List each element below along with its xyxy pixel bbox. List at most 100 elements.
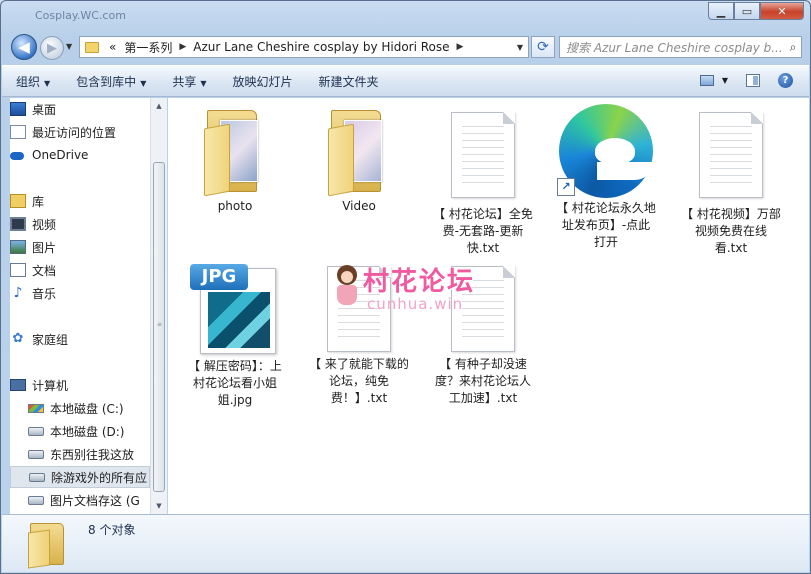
file-list: photo Video 【 村花论坛】全免费-无套路-更新快.txt ↗ 【 村… (168, 98, 809, 514)
include-in-library-menu[interactable]: 包含到库中 ▼ (76, 73, 146, 90)
change-view-button[interactable]: ▼ (699, 75, 728, 86)
folder-icon (328, 106, 390, 197)
drive-icon (28, 426, 44, 436)
search-placeholder: 搜索 Azur Lane Cheshire cosplay b... (566, 40, 783, 55)
chevron-down-icon: ▼ (200, 78, 207, 88)
back-button[interactable]: ◀ (11, 34, 37, 60)
drive-c-icon (28, 403, 44, 413)
pictures-icon (10, 240, 26, 254)
scroll-down-icon[interactable]: ▼ (151, 498, 167, 514)
drive-icon (28, 495, 44, 505)
videos-icon (10, 217, 26, 231)
desktop-icon (10, 102, 26, 116)
folder-icon (204, 106, 266, 197)
chevron-down-icon: ▼ (140, 78, 147, 88)
watermark-logo: 村花论坛 cunhua.win (333, 261, 493, 321)
folder-icon (85, 41, 99, 53)
breadcrumb-overflow[interactable]: « (105, 40, 120, 54)
close-button[interactable]: ✕ (760, 2, 804, 20)
recent-pages-dropdown[interactable]: ▼ (66, 42, 72, 51)
item-count: 8 个对象 (88, 523, 136, 537)
homegroup-icon: ✿ (12, 331, 24, 346)
jpg-file-icon: JPG (190, 264, 280, 354)
breadcrumb-current[interactable]: Azur Lane Cheshire cosplay by Hidori Ros… (189, 40, 453, 54)
address-dropdown-icon[interactable]: ▼ (512, 43, 528, 52)
refresh-button[interactable]: ⟳ (531, 36, 555, 58)
chevron-down-icon[interactable]: ▼ (722, 76, 728, 85)
file-name: 【 村花论坛永久地址发布页】-点此打开 (556, 201, 656, 249)
file-item-txt[interactable]: 【 村花论坛】全免费-无套路-更新快.txt (433, 112, 533, 257)
minimize-button[interactable]: ▁ (708, 2, 734, 20)
breadcrumb-series[interactable]: 第一系列 (120, 39, 176, 56)
nav-item-desktop[interactable]: 桌面 (10, 98, 150, 120)
command-bar: 组织 ▼ 包含到库中 ▼ 共享 ▼ 放映幻灯片 新建文件夹 ▼ ? (2, 65, 809, 97)
view-icon (699, 75, 714, 86)
nav-item-videos[interactable]: 视频 (10, 213, 150, 235)
music-icon: ♪ (13, 285, 23, 301)
file-name: 【 有种子却没速度？来村花论坛人工加速】.txt (434, 357, 531, 405)
folder-icon (28, 521, 68, 569)
computer-icon (10, 379, 26, 391)
navigation-pane: 桌面 最近访问的位置 OneDrive 库 视频 图片 文档 ♪ 音乐 ✿ 家庭组 … (10, 98, 150, 514)
file-item-shortcut[interactable]: ↗ 【 村花论坛永久地址发布页】-点此打开 (556, 104, 656, 251)
nav-item-drive-c[interactable]: 本地磁盘 (C:) (10, 397, 150, 419)
text-file-icon (451, 112, 515, 198)
window-title: Cosplay.WC.com (35, 9, 126, 22)
file-name: 【 村花视频】万部视频免费在线看.txt (681, 207, 781, 255)
jpg-badge: JPG (190, 264, 248, 290)
organize-menu[interactable]: 组织 ▼ (16, 73, 50, 90)
nav-item-documents[interactable]: 文档 (10, 259, 150, 281)
nav-item-drive-d[interactable]: 本地磁盘 (D:) (10, 420, 150, 442)
chevron-right-icon[interactable]: ▶ (454, 42, 467, 52)
search-input[interactable]: 搜索 Azur Lane Cheshire cosplay b... ⌕ (559, 36, 802, 58)
nav-item-computer[interactable]: 计算机 (10, 374, 150, 396)
documents-icon (10, 263, 26, 277)
mascot-icon (333, 265, 361, 311)
slideshow-button[interactable]: 放映幻灯片 (233, 73, 293, 90)
drive-icon (29, 472, 45, 482)
nav-item-drive-g[interactable]: 图片文档存这 (G (10, 489, 150, 511)
file-item-txt[interactable]: 【 村花视频】万部视频免费在线看.txt (681, 112, 781, 257)
scroll-thumb[interactable]: ≡ (153, 162, 165, 492)
new-folder-button[interactable]: 新建文件夹 (319, 73, 379, 90)
edge-browser-icon: ↗ (557, 104, 655, 198)
preview-pane-icon[interactable] (746, 74, 760, 87)
nav-item-drive-e[interactable]: 东西别往我这放 (10, 443, 150, 465)
search-icon[interactable]: ⌕ (785, 40, 801, 55)
explorer-window: Cosplay.WC.com ▁ ▭ ✕ ◀ ▶ ▼ « 第一系列 ▶ Azur… (0, 0, 811, 574)
shortcut-arrow-icon: ↗ (557, 178, 575, 196)
scroll-up-icon[interactable]: ▲ (151, 98, 167, 114)
text-file-icon (699, 112, 763, 198)
nav-item-homegroup[interactable]: ✿ 家庭组 (10, 328, 150, 350)
watermark-brand: 村花论坛 (363, 267, 476, 297)
nav-item-drive-f[interactable]: 除游戏外的所有应 (10, 466, 150, 488)
file-name: photo (217, 199, 253, 213)
nav-item-onedrive[interactable]: OneDrive (10, 144, 150, 166)
nav-scrollbar[interactable]: ▲ ≡ ▼ (150, 98, 167, 514)
chevron-down-icon: ▼ (44, 78, 51, 88)
address-bar[interactable]: « 第一系列 ▶ Azur Lane Cheshire cosplay by H… (79, 36, 529, 58)
watermark-url: cunhua.win (367, 295, 464, 313)
library-icon (10, 194, 26, 208)
onedrive-icon (10, 148, 26, 162)
file-item-jpg[interactable]: JPG 【 解压密码】：上村花论坛看小姐姐.jpg (185, 264, 285, 409)
file-item-photo[interactable]: photo (185, 106, 285, 215)
nav-item-recent[interactable]: 最近访问的位置 (10, 121, 150, 143)
nav-item-pictures[interactable]: 图片 (10, 236, 150, 258)
drive-icon (28, 449, 44, 459)
nav-item-music[interactable]: ♪ 音乐 (10, 282, 150, 304)
help-icon[interactable]: ? (778, 73, 793, 88)
file-name: 【 村花论坛】全免费-无套路-更新快.txt (433, 207, 533, 255)
file-name: 【 来了就能下载的论坛，纯免费！】.txt (309, 357, 409, 405)
details-pane: 8 个对象 (2, 514, 809, 572)
file-name: 【 解压密码】：上村花论坛看小姐姐.jpg (188, 359, 282, 407)
share-menu[interactable]: 共享 ▼ (172, 73, 206, 90)
recent-places-icon (10, 125, 26, 139)
forward-button[interactable]: ▶ (40, 36, 64, 60)
caption-buttons: ▁ ▭ ✕ (708, 2, 804, 20)
maximize-button[interactable]: ▭ (734, 2, 760, 20)
file-item-video[interactable]: Video (309, 106, 409, 215)
nav-item-libraries[interactable]: 库 (10, 190, 150, 212)
chevron-right-icon[interactable]: ▶ (176, 42, 189, 52)
file-name: Video (342, 199, 376, 213)
